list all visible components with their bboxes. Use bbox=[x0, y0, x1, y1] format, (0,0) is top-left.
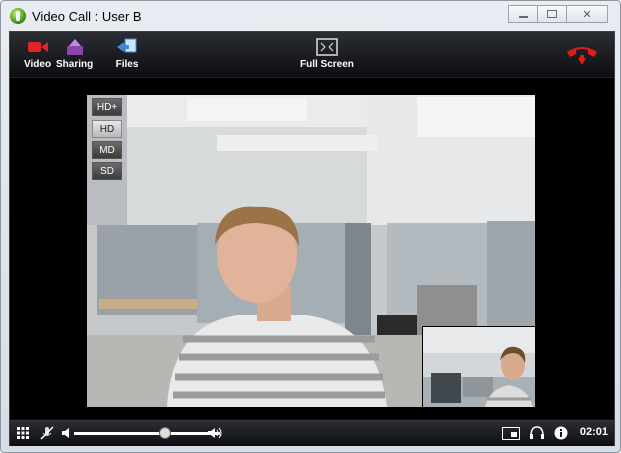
minimize-icon bbox=[518, 16, 528, 18]
fullscreen-button-label: Full Screen bbox=[300, 59, 354, 70]
maximize-icon bbox=[547, 10, 557, 18]
video-button-label: Video bbox=[24, 59, 52, 70]
grid-icon bbox=[17, 427, 29, 439]
volume-slider-knob[interactable] bbox=[158, 427, 171, 439]
hangup-icon bbox=[565, 42, 599, 68]
video-button[interactable]: Video bbox=[24, 37, 51, 70]
self-view-frame bbox=[423, 327, 535, 407]
close-icon: ✕ bbox=[582, 8, 592, 21]
fullscreen-button[interactable]: Full Screen bbox=[300, 37, 354, 70]
audio-settings-button[interactable] bbox=[528, 425, 546, 441]
quality-md-label: MD bbox=[99, 144, 115, 156]
quality-sd-button[interactable]: SD bbox=[92, 162, 122, 180]
remote-video[interactable]: HD+ HD MD SD bbox=[87, 95, 535, 407]
quality-hdplus-button[interactable]: HD+ bbox=[92, 98, 122, 116]
video-stage: HD+ HD MD SD bbox=[10, 78, 614, 419]
headset-icon bbox=[530, 426, 544, 439]
hangup-button[interactable] bbox=[565, 42, 599, 68]
quality-hd-label: HD bbox=[99, 123, 115, 135]
sharing-button[interactable]: Sharing bbox=[56, 37, 93, 70]
volume-slider[interactable] bbox=[74, 432, 220, 435]
volume-min-icon bbox=[61, 425, 71, 441]
quality-sd-label: SD bbox=[100, 165, 114, 177]
dialpad-button[interactable] bbox=[15, 425, 31, 441]
close-button[interactable]: ✕ bbox=[567, 5, 608, 23]
files-icon bbox=[115, 37, 139, 57]
volume-max-icon bbox=[207, 425, 225, 441]
info-icon bbox=[554, 426, 568, 440]
self-view-video[interactable] bbox=[422, 326, 535, 407]
call-client-area: Video Sharing Files Full Screen HD+ HD M… bbox=[9, 31, 615, 446]
layout-button[interactable] bbox=[502, 425, 520, 441]
quality-hdplus-label: HD+ bbox=[96, 101, 118, 113]
window-controls: ✕ bbox=[508, 5, 608, 23]
sharing-button-label: Sharing bbox=[56, 59, 94, 70]
files-button[interactable]: Files bbox=[115, 37, 139, 70]
call-timer: 02:01 bbox=[579, 426, 608, 438]
window-title: Video Call : User B bbox=[32, 9, 142, 24]
title-bar[interactable]: Video Call : User B ✕ bbox=[1, 1, 620, 31]
mic-off-icon bbox=[40, 426, 54, 440]
mute-mic-button[interactable] bbox=[39, 425, 55, 441]
fullscreen-icon bbox=[315, 37, 339, 57]
app-logo-icon bbox=[10, 8, 26, 24]
layout-icon bbox=[502, 426, 520, 440]
files-button-label: Files bbox=[115, 59, 139, 70]
video-camera-icon bbox=[26, 37, 50, 57]
call-toolbar: Video Sharing Files Full Screen bbox=[10, 32, 614, 78]
quality-md-button[interactable]: MD bbox=[92, 141, 122, 159]
minimize-button[interactable] bbox=[508, 5, 538, 23]
quality-hd-button[interactable]: HD bbox=[92, 120, 122, 138]
call-control-bar: 02:01 bbox=[10, 420, 614, 446]
info-button[interactable] bbox=[553, 425, 569, 441]
maximize-button[interactable] bbox=[538, 5, 567, 23]
sharing-icon bbox=[63, 37, 87, 57]
video-call-window: Video Call : User B ✕ Video Sharing File… bbox=[0, 0, 621, 453]
